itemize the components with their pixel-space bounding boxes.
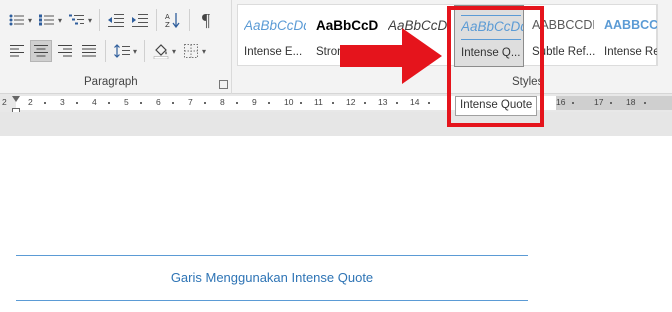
ruler-tick <box>396 102 398 104</box>
shading-dropdown-icon[interactable]: ▾ <box>172 47 176 56</box>
style-preview: AaBbCcDd <box>244 18 306 33</box>
ruler-tick <box>140 102 142 104</box>
ruler-label: 18 <box>626 97 636 107</box>
line-spacing-button[interactable] <box>111 40 133 62</box>
ruler-tick <box>610 102 612 104</box>
sort-icon: AZ <box>165 13 180 28</box>
increase-indent-icon <box>132 14 149 27</box>
ruler-tick <box>428 102 430 104</box>
numbering-icon <box>39 14 55 26</box>
justify-button[interactable] <box>78 40 100 62</box>
intense-quote-paragraph[interactable]: Garis Menggunakan Intense Quote <box>16 270 528 285</box>
ruler-label: 2 <box>2 97 7 107</box>
line-spacing-dropdown-icon[interactable]: ▾ <box>133 47 137 56</box>
separator <box>156 9 158 31</box>
ruler-tick <box>572 102 574 104</box>
pilcrow-icon: ¶ <box>201 9 211 30</box>
separator <box>99 9 101 31</box>
svg-text:Z: Z <box>165 21 170 28</box>
ruler-tick <box>108 102 110 104</box>
align-center-button[interactable] <box>30 40 52 62</box>
ruler-label: 14 <box>410 97 420 107</box>
line-spacing-icon <box>114 44 130 58</box>
ruler-label: 10 <box>284 97 294 107</box>
ruler-label: 17 <box>594 97 604 107</box>
decrease-indent-icon <box>108 14 125 27</box>
paragraph-group-label: Paragraph <box>84 76 138 88</box>
increase-indent-button[interactable] <box>129 9 151 31</box>
document-background <box>0 112 672 136</box>
multilevel-dropdown-icon[interactable]: ▾ <box>88 16 92 25</box>
ruler-tick <box>204 102 206 104</box>
ruler-tick <box>236 102 238 104</box>
ruler-label: 11 <box>314 97 323 107</box>
highlight-box <box>447 6 544 127</box>
paragraph-group: ▾ ▾ ▾ AZ ¶ ▾ ▾ ▾ Paragraph <box>0 0 232 94</box>
ruler-tick <box>332 102 334 104</box>
style-intense-emphasis[interactable]: AaBbCcDd Intense E... <box>238 5 310 67</box>
align-right-button[interactable] <box>54 40 76 62</box>
multilevel-list-icon <box>69 14 85 25</box>
ruler-tick <box>44 102 46 104</box>
numbering-dropdown-icon[interactable]: ▾ <box>58 16 62 25</box>
justify-icon <box>82 45 96 57</box>
intense-quote-bottom-border <box>16 300 528 301</box>
paragraph-row-2: ▾ ▾ ▾ <box>6 40 208 62</box>
ruler-label: 8 <box>220 97 225 107</box>
separator <box>144 40 146 62</box>
align-left-icon <box>10 45 24 57</box>
separator <box>105 40 106 62</box>
borders-button[interactable] <box>180 40 202 62</box>
ruler-label: 6 <box>156 97 161 107</box>
paragraph-row-1: ▾ ▾ ▾ AZ ¶ <box>6 9 217 31</box>
bullets-icon <box>9 14 24 26</box>
ruler-tick <box>300 102 302 104</box>
shading-button[interactable] <box>150 40 172 62</box>
paragraph-dialog-launcher-icon[interactable] <box>219 80 228 89</box>
paint-bucket-icon <box>153 44 169 59</box>
borders-icon <box>184 44 199 58</box>
ruler-label: 9 <box>252 97 257 107</box>
ruler-tick <box>76 102 78 104</box>
ruler-tick <box>268 102 270 104</box>
numbering-button[interactable] <box>36 9 58 31</box>
show-hide-marks-button[interactable]: ¶ <box>195 9 217 31</box>
ruler-label: 2 <box>28 97 33 107</box>
bullets-button[interactable] <box>6 9 28 31</box>
style-name: Intense E... <box>244 46 303 58</box>
ruler-label: 3 <box>60 97 65 107</box>
intense-quote-top-border <box>16 255 528 256</box>
align-right-icon <box>58 45 72 57</box>
ruler-label: 12 <box>346 97 356 107</box>
borders-dropdown-icon[interactable]: ▾ <box>202 47 206 56</box>
bullets-dropdown-icon[interactable]: ▾ <box>28 16 32 25</box>
ruler-label: 7 <box>188 97 193 107</box>
horizontal-ruler[interactable]: 2 2 3 4 5 6 7 8 9 10 11 12 13 14 16 17 1… <box>0 94 672 112</box>
first-line-indent-marker[interactable] <box>12 96 20 102</box>
ruler-label: 4 <box>92 97 97 107</box>
svg-text:A: A <box>165 13 170 21</box>
ruler-tick <box>644 102 646 104</box>
ruler-tick <box>364 102 366 104</box>
separator <box>189 9 191 31</box>
sort-button[interactable]: AZ <box>162 9 184 31</box>
decrease-indent-button[interactable] <box>105 9 127 31</box>
ruler-tick <box>172 102 174 104</box>
multilevel-list-button[interactable] <box>66 9 88 31</box>
align-center-icon <box>34 45 48 57</box>
ruler-label: 5 <box>124 97 129 107</box>
ruler-label: 13 <box>378 97 388 107</box>
ruler-label: 16 <box>556 97 566 107</box>
align-left-button[interactable] <box>6 40 28 62</box>
word-window: ▾ ▾ ▾ AZ ¶ ▾ ▾ ▾ Paragraph AaBbCcDd Inte… <box>0 0 672 312</box>
styles-gallery-scroll[interactable] <box>657 4 672 66</box>
document-page[interactable] <box>0 136 672 312</box>
red-arrow-icon <box>340 28 442 84</box>
